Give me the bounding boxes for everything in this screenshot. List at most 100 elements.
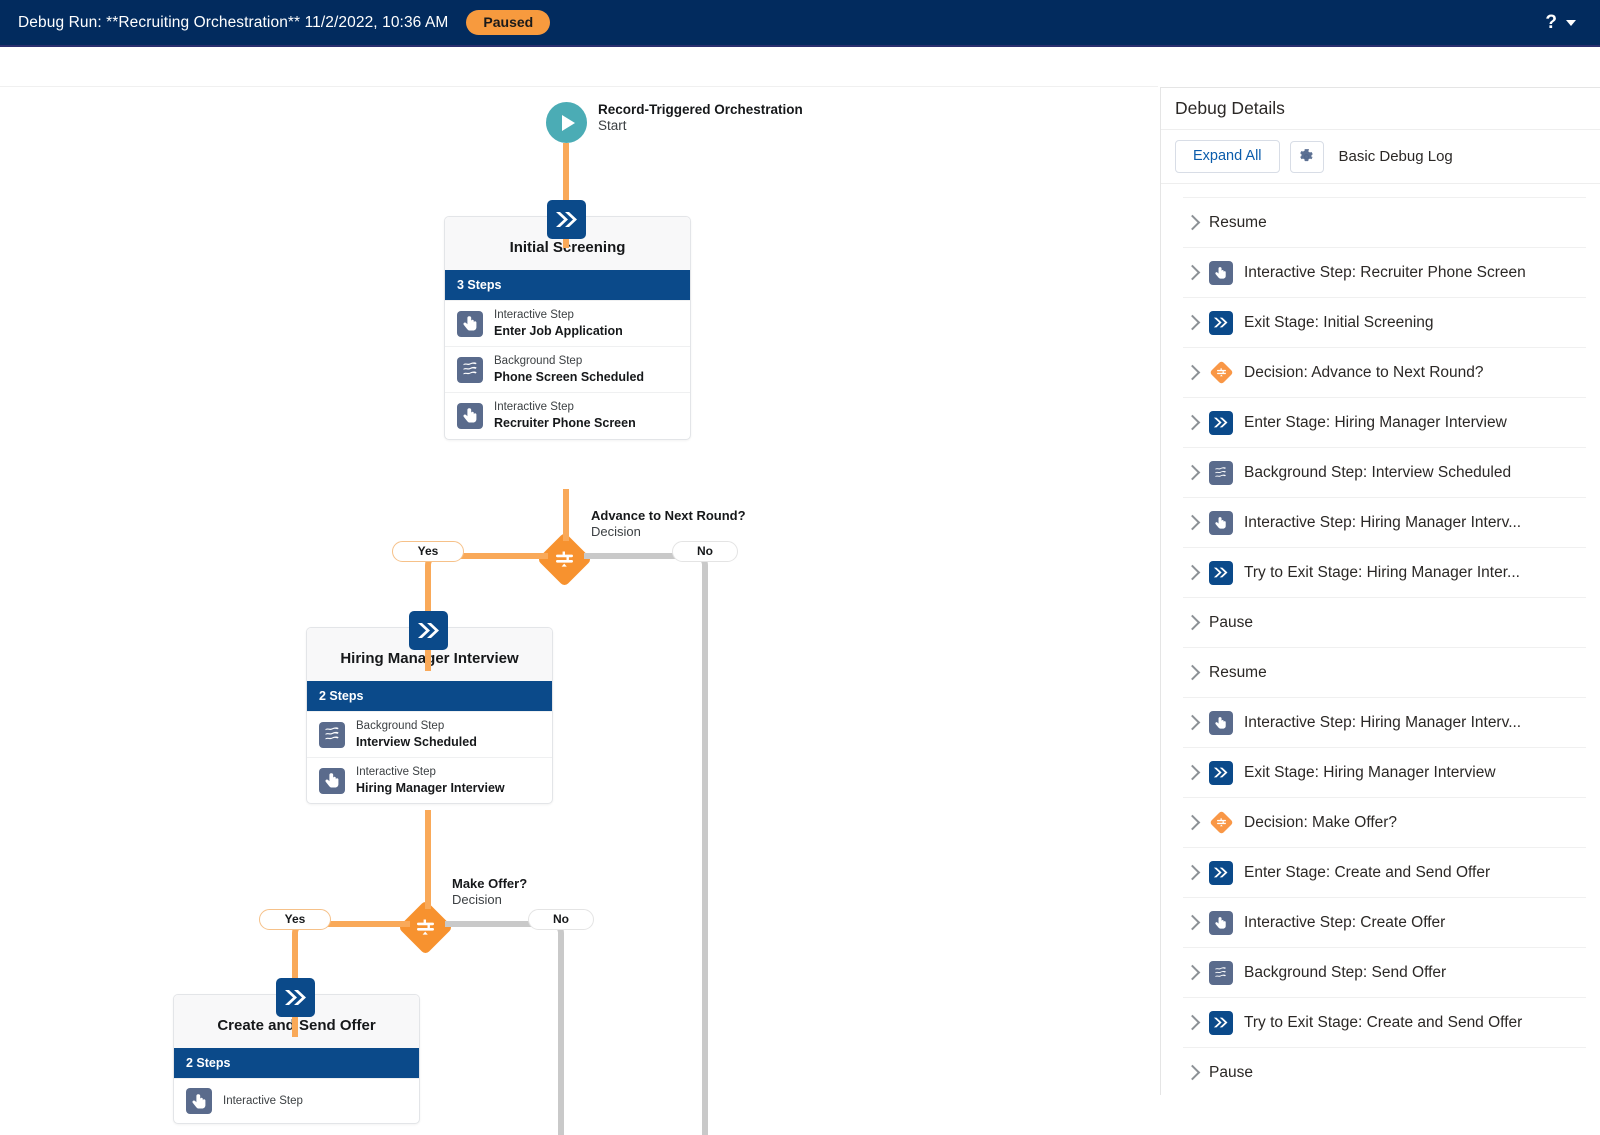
debug-row-interactive-step[interactable]: Interactive Step: Recruiter Phone Screen (1183, 248, 1586, 298)
stage-chevrons-icon (1209, 410, 1233, 435)
debug-row-interactive-step[interactable]: Interactive Step: Create Offer (1183, 898, 1586, 948)
chevron-right-icon[interactable] (1184, 614, 1201, 631)
stage-card-initial-screening[interactable]: Initial Screening 3 Steps Interactive St… (444, 216, 691, 440)
branch-pill-yes[interactable]: Yes (392, 541, 464, 562)
interactive-step-hand-icon (1209, 910, 1233, 935)
step-name-label: Enter Job Application (494, 323, 623, 338)
debug-details-panel: Debug Details Expand All Basic Debug Log… (1160, 87, 1600, 1095)
chevron-right-icon[interactable] (1184, 764, 1201, 781)
stage-step-row[interactable]: Interactive Step Hiring Manager Intervie… (307, 757, 552, 803)
debug-row-exit-stage[interactable]: Exit Stage: Initial Screening (1183, 298, 1586, 348)
stage-step-row[interactable]: Background Step Phone Screen Scheduled (445, 346, 690, 392)
debug-row-label: Decision: Make Offer? (1244, 813, 1398, 831)
chevron-right-icon[interactable] (1184, 864, 1201, 881)
chevron-right-icon[interactable] (1184, 214, 1201, 231)
orchestration-flow-canvas[interactable]: Record-Triggered Orchestration Start Ini… (0, 47, 1158, 1135)
debug-row-label: Try to Exit Stage: Hiring Manager Inter.… (1244, 563, 1520, 581)
stage-chevrons-icon (1209, 560, 1233, 585)
debug-row-enter-stage[interactable]: Enter Stage: Hiring Manager Interview (1183, 398, 1586, 448)
interactive-step-hand-icon (1209, 510, 1233, 535)
flow-node-start[interactable]: Record-Triggered Orchestration Start (546, 102, 803, 143)
debug-row-background-step[interactable]: Background Step: Interview Scheduled (1183, 448, 1586, 498)
branch-pill-yes[interactable]: Yes (259, 909, 331, 930)
expand-all-button[interactable]: Expand All (1175, 139, 1280, 174)
chevron-right-icon[interactable] (1184, 564, 1201, 581)
stage-badge-hiring-manager-interview[interactable] (409, 611, 448, 650)
start-node-title: Record-Triggered Orchestration (598, 102, 803, 117)
debug-row-pause[interactable]: Pause (1183, 1048, 1586, 1084)
start-node-subtitle: Start (598, 117, 627, 133)
connector-decision1-no-vertical (702, 571, 708, 1135)
interactive-step-hand-icon (457, 402, 483, 429)
chevron-right-icon[interactable] (1184, 364, 1201, 381)
debug-row-interactive-step[interactable]: Interactive Step: Hiring Manager Interv.… (1183, 698, 1586, 748)
step-name-label: Phone Screen Scheduled (494, 370, 645, 385)
list-scroll-partial-row (1183, 184, 1586, 198)
connector-stage2-to-decision2 (425, 810, 431, 909)
chevron-right-icon[interactable] (1184, 914, 1201, 931)
chevron-right-icon[interactable] (1184, 814, 1201, 831)
debug-run-header: Debug Run: **Recruiting Orchestration** … (0, 0, 1600, 45)
stage-step-row[interactable]: Background Step Interview Scheduled (307, 711, 552, 757)
stage-chevrons-icon (1209, 310, 1233, 335)
step-type-label: Background Step (494, 355, 583, 368)
stage-steps-count: 3 Steps (445, 270, 690, 300)
debug-row-enter-stage[interactable]: Enter Stage: Create and Send Offer (1183, 848, 1586, 898)
debug-row-interactive-step[interactable]: Interactive Step: Hiring Manager Interv.… (1183, 498, 1586, 548)
debug-row-pause[interactable]: Pause (1183, 598, 1586, 648)
chevron-down-icon[interactable] (1566, 19, 1576, 26)
connector-decision2-no-vertical (558, 939, 564, 1135)
background-step-waves-icon (1209, 460, 1233, 485)
debug-row-label: Resume (1209, 213, 1267, 231)
header-actions: ? (1545, 13, 1582, 32)
debug-row-label: Background Step: Send Offer (1244, 963, 1447, 981)
chevron-right-icon[interactable] (1184, 464, 1201, 481)
chevron-right-icon[interactable] (1184, 714, 1201, 731)
debug-row-label: Pause (1209, 613, 1253, 631)
chevron-right-icon[interactable] (1184, 1014, 1201, 1031)
debug-row-resume[interactable]: Resume (1183, 648, 1586, 698)
stage-steps-count: 2 Steps (307, 681, 552, 711)
chevron-right-icon[interactable] (1184, 1064, 1201, 1081)
branch-pill-no[interactable]: No (528, 909, 594, 930)
branch-pill-no[interactable]: No (672, 541, 738, 562)
background-step-waves-icon (457, 356, 483, 383)
step-type-label: Interactive Step (494, 309, 574, 321)
stage-step-row[interactable]: Interactive Step Enter Job Application (445, 300, 690, 346)
chevron-right-icon[interactable] (1184, 514, 1201, 531)
background-step-waves-icon (319, 721, 345, 748)
debug-row-resume[interactable]: Resume (1183, 198, 1586, 248)
debug-row-label: Interactive Step: Hiring Manager Interv.… (1244, 713, 1522, 731)
debug-row-decision[interactable]: Decision: Advance to Next Round? (1183, 348, 1586, 398)
panel-title: Debug Details (1175, 98, 1285, 118)
chevron-right-icon[interactable] (1184, 264, 1201, 281)
debug-row-label: Background Step: Interview Scheduled (1244, 463, 1512, 481)
gear-icon[interactable] (1289, 140, 1324, 173)
debug-row-label: Enter Stage: Hiring Manager Interview (1244, 413, 1507, 431)
debug-row-decision[interactable]: Decision: Make Offer? (1183, 798, 1586, 848)
debug-row-label: Exit Stage: Hiring Manager Interview (1244, 763, 1496, 781)
chevron-right-icon[interactable] (1184, 964, 1201, 981)
debug-details-list[interactable]: Resume Interactive Step: Recruiter Phone… (1161, 184, 1600, 1084)
stage-badge-initial-screening[interactable] (547, 200, 586, 239)
flow-node-decision-make-offer[interactable] (397, 899, 454, 956)
stage-step-row[interactable]: Interactive Step (174, 1078, 419, 1123)
debug-row-try-exit-stage[interactable]: Try to Exit Stage: Create and Send Offer (1183, 998, 1586, 1048)
debug-row-background-step[interactable]: Background Step: Send Offer (1183, 948, 1586, 998)
debug-row-label: Resume (1209, 663, 1267, 681)
step-name-label: Interview Scheduled (356, 734, 477, 749)
stage-badge-create-and-send-offer[interactable] (276, 978, 315, 1017)
stage-steps-count: 2 Steps (174, 1048, 419, 1078)
help-question-icon[interactable]: ? (1545, 13, 1557, 32)
chevron-right-icon[interactable] (1184, 414, 1201, 431)
chevron-right-icon[interactable] (1184, 314, 1201, 331)
debug-row-label: Interactive Step: Create Offer (1244, 913, 1446, 931)
flow-node-decision-advance[interactable] (536, 531, 593, 588)
debug-row-label: Exit Stage: Initial Screening (1244, 313, 1434, 331)
debug-row-label: Interactive Step: Hiring Manager Interv.… (1244, 513, 1522, 531)
decision-diamond-icon (1208, 360, 1234, 385)
debug-row-try-exit-stage[interactable]: Try to Exit Stage: Hiring Manager Inter.… (1183, 548, 1586, 598)
debug-row-exit-stage[interactable]: Exit Stage: Hiring Manager Interview (1183, 748, 1586, 798)
chevron-right-icon[interactable] (1184, 664, 1201, 681)
stage-step-row[interactable]: Interactive Step Recruiter Phone Screen (445, 392, 690, 438)
